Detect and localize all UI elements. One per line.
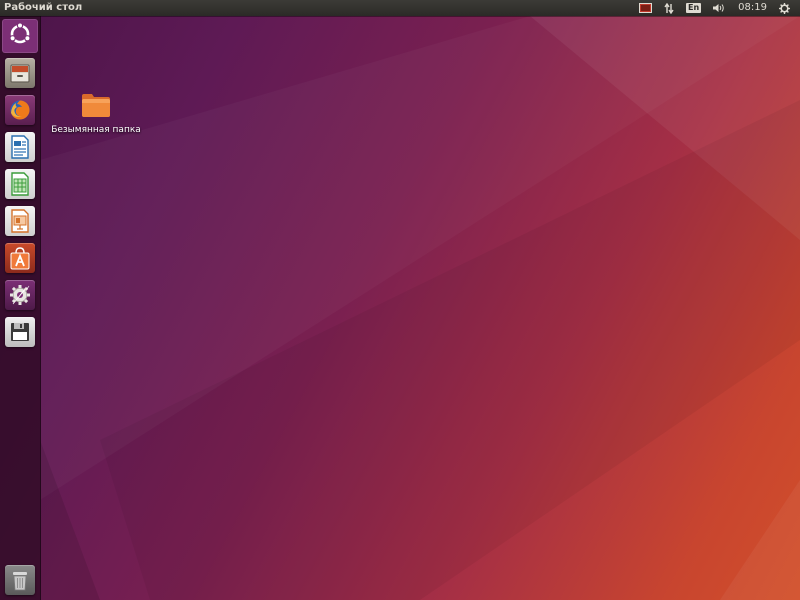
impress-presentation-icon — [5, 206, 35, 236]
launcher — [0, 16, 41, 600]
launcher-software-center[interactable] — [2, 241, 38, 275]
launcher-dash-home[interactable] — [2, 19, 38, 53]
launcher-install-disk[interactable] — [2, 315, 38, 349]
launcher-trash[interactable] — [2, 563, 38, 597]
top-panel: Рабочий стол En 08:19 — [0, 0, 800, 16]
launcher-libreoffice-calc[interactable] — [2, 167, 38, 201]
network-transfer-icon[interactable] — [658, 0, 680, 16]
launcher-system-settings[interactable] — [2, 278, 38, 312]
system-gear-icon[interactable] — [773, 0, 796, 16]
file-cabinet-icon — [5, 58, 35, 88]
ubuntu-logo-icon — [8, 22, 32, 50]
firefox-icon — [5, 95, 35, 125]
shopping-bag-icon — [5, 243, 35, 273]
floppy-disk-icon — [5, 317, 35, 347]
clock[interactable]: 08:19 — [732, 0, 773, 16]
keyboard-layout-label: En — [686, 3, 702, 13]
desktop-folder-label: Безымянная папка — [51, 125, 141, 135]
launcher-libreoffice-writer[interactable] — [2, 130, 38, 164]
display-indicator-icon[interactable] — [633, 0, 658, 16]
trash-icon — [5, 565, 35, 595]
settings-wrench-icon — [5, 280, 35, 310]
writer-document-icon — [5, 132, 35, 162]
folder-icon — [81, 92, 111, 122]
volume-icon[interactable] — [707, 0, 732, 16]
panel-title: Рабочий стол — [4, 2, 83, 13]
launcher-files[interactable] — [2, 56, 38, 90]
launcher-firefox[interactable] — [2, 93, 38, 127]
desktop-folder-item[interactable]: Безымянная папка — [48, 92, 144, 138]
calc-spreadsheet-icon — [5, 169, 35, 199]
indicator-area: En 08:19 — [633, 0, 796, 16]
launcher-libreoffice-impress[interactable] — [2, 204, 38, 238]
desktop-wallpaper — [0, 0, 800, 600]
keyboard-layout-indicator[interactable]: En — [680, 0, 707, 16]
